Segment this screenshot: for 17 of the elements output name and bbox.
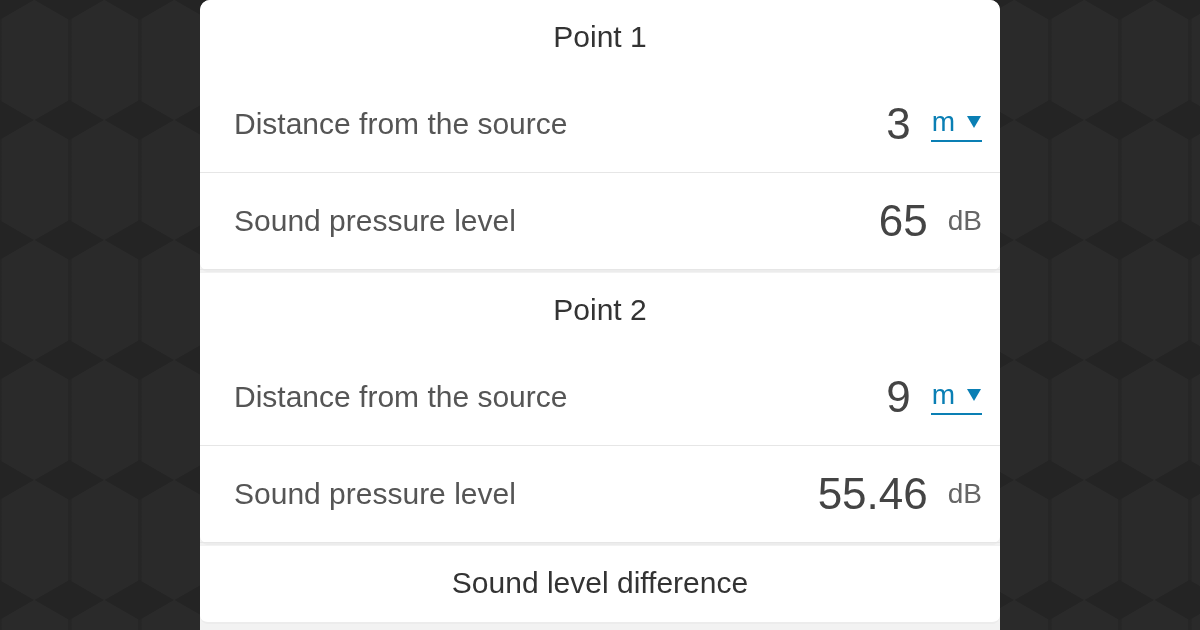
unit-dropdown[interactable]: m [930,106,982,142]
field-label: Sound pressure level [234,204,517,238]
unit-dropdown[interactable]: m [930,379,982,415]
field-value: 55.46 [817,469,928,519]
section-title: Sound level difference [450,565,750,601]
field-value: 3 [886,99,911,149]
field-value: 65 [878,196,928,246]
caret-icon [967,116,981,128]
unit-label: dB [947,205,982,237]
caret-icon [967,389,981,401]
section-title: Point 1 [552,19,648,55]
section-title: Point 2 [552,292,648,328]
unit-label: dB [947,478,982,510]
field-label: Distance from the source [234,107,569,141]
field-label: Sound pressure level [234,477,517,511]
field-label: Distance from the source [234,380,569,414]
field-value: 9 [886,372,911,422]
